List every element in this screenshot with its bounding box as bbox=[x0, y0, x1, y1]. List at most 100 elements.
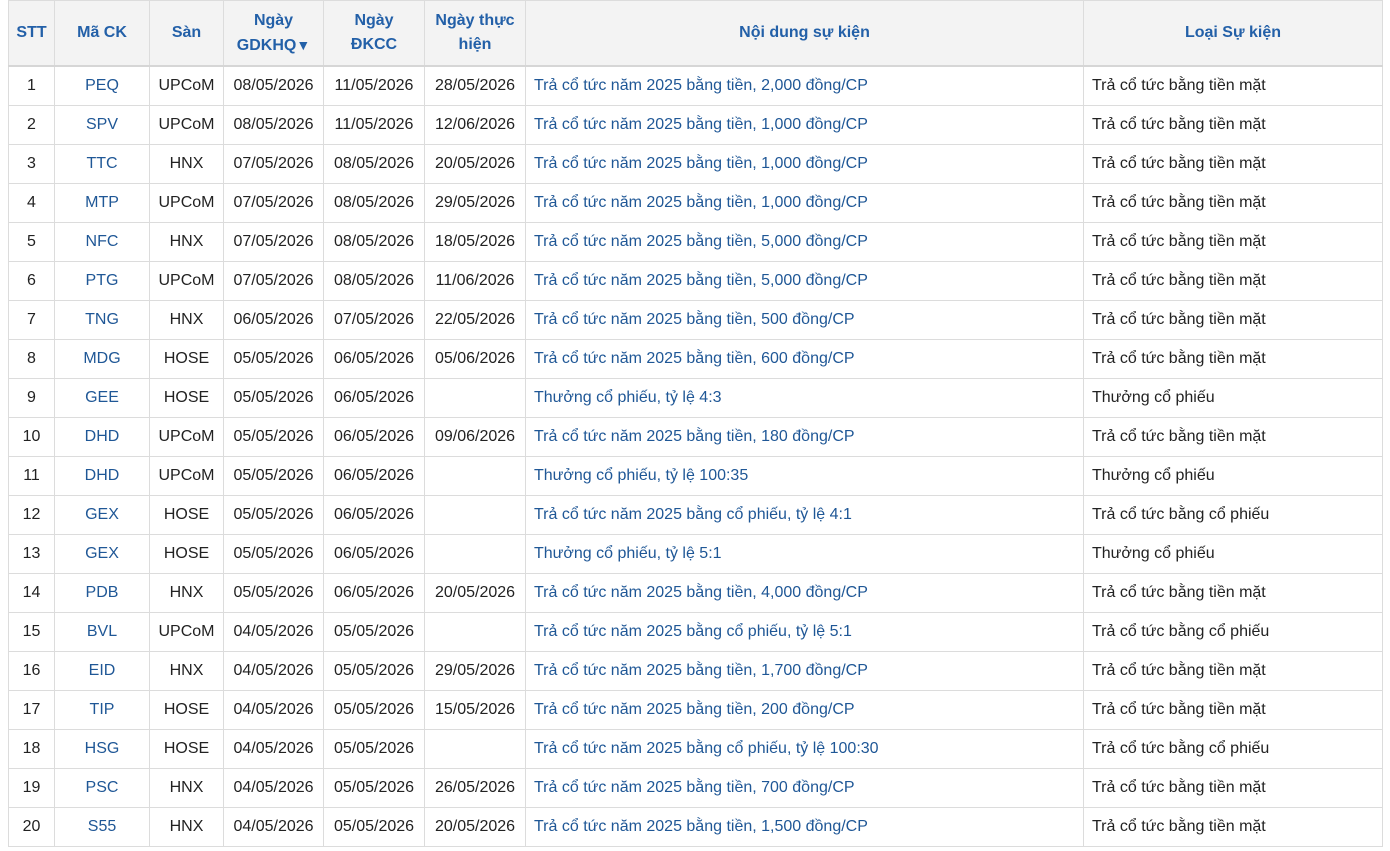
cell-ex-date: 07/05/2026 bbox=[223, 222, 324, 262]
event-content-link[interactable]: Trả cổ tức năm 2025 bằng tiền, 1,500 đồn… bbox=[525, 807, 1084, 847]
event-content-link[interactable]: Trả cổ tức năm 2025 bằng tiền, 700 đồng/… bbox=[525, 768, 1084, 808]
header-ex-date-line1: Ngày bbox=[253, 11, 294, 29]
event-content-link[interactable]: Trả cổ tức năm 2025 bằng cổ phiếu, tỷ lệ… bbox=[525, 729, 1084, 769]
stock-code-link[interactable]: MTP bbox=[54, 183, 150, 223]
header-exchange[interactable]: Sàn bbox=[149, 0, 224, 67]
stock-code-link[interactable]: MDG bbox=[54, 339, 150, 379]
stock-code-link[interactable]: GEX bbox=[54, 534, 150, 574]
cell-stt: 17 bbox=[8, 690, 55, 730]
stock-code-link[interactable]: NFC bbox=[54, 222, 150, 262]
cell-exchange: UPCoM bbox=[149, 183, 224, 223]
cell-record-date: 06/05/2026 bbox=[323, 456, 425, 496]
stock-code-link[interactable]: GEE bbox=[54, 378, 150, 418]
cell-exchange: HNX bbox=[149, 222, 224, 262]
event-content-link[interactable]: Thưởng cổ phiếu, tỷ lệ 5:1 bbox=[525, 534, 1084, 574]
cell-event-type: Trả cổ tức bằng tiền mặt bbox=[1083, 222, 1383, 262]
cell-exec-date: 20/05/2026 bbox=[424, 807, 526, 847]
header-ex-date-line2: GDKHQ bbox=[236, 36, 297, 54]
cell-record-date: 05/05/2026 bbox=[323, 612, 425, 652]
cell-event-type: Trả cổ tức bằng tiền mặt bbox=[1083, 105, 1383, 145]
cell-event-type: Trả cổ tức bằng tiền mặt bbox=[1083, 300, 1383, 340]
cell-exec-date bbox=[424, 612, 526, 652]
event-content-link[interactable]: Trả cổ tức năm 2025 bằng tiền, 5,000 đồn… bbox=[525, 222, 1084, 262]
event-content-link[interactable]: Trả cổ tức năm 2025 bằng tiền, 5,000 đồn… bbox=[525, 261, 1084, 301]
event-content-link[interactable]: Trả cổ tức năm 2025 bằng tiền, 1,000 đồn… bbox=[525, 144, 1084, 184]
cell-exec-date: 12/06/2026 bbox=[424, 105, 526, 145]
stock-code-link[interactable]: PTG bbox=[54, 261, 150, 301]
event-content-link[interactable]: Trả cổ tức năm 2025 bằng tiền, 1,700 đồn… bbox=[525, 651, 1084, 691]
cell-exchange: HNX bbox=[149, 573, 224, 613]
stock-code-link[interactable]: PSC bbox=[54, 768, 150, 808]
cell-record-date: 06/05/2026 bbox=[323, 495, 425, 535]
stock-code-link[interactable]: PEQ bbox=[54, 65, 150, 106]
cell-ex-date: 05/05/2026 bbox=[223, 495, 324, 535]
header-event-content[interactable]: Nội dung sự kiện bbox=[525, 0, 1084, 67]
cell-event-type: Trả cổ tức bằng tiền mặt bbox=[1083, 183, 1383, 223]
event-content-link[interactable]: Trả cổ tức năm 2025 bằng tiền, 4,000 đồn… bbox=[525, 573, 1084, 613]
stock-code-link[interactable]: TIP bbox=[54, 690, 150, 730]
table-row: 2 SPV UPCoM 08/05/2026 11/05/2026 12/06/2026 T… bbox=[8, 105, 1383, 145]
header-exec-date[interactable]: Ngày thực hiện bbox=[424, 0, 526, 67]
table-row: 3 TTC HNX 07/05/2026 08/05/2026 20/05/2026 Trả… bbox=[8, 144, 1383, 184]
stock-code-link[interactable]: TNG bbox=[54, 300, 150, 340]
cell-event-type: Trả cổ tức bằng tiền mặt bbox=[1083, 339, 1383, 379]
stock-code-link[interactable]: SPV bbox=[54, 105, 150, 145]
cell-stt: 13 bbox=[8, 534, 55, 574]
cell-exec-date: 20/05/2026 bbox=[424, 144, 526, 184]
cell-record-date: 06/05/2026 bbox=[323, 534, 425, 574]
cell-ex-date: 06/05/2026 bbox=[223, 300, 324, 340]
stock-code-link[interactable]: S55 bbox=[54, 807, 150, 847]
event-content-link[interactable]: Trả cổ tức năm 2025 bằng cổ phiếu, tỷ lệ… bbox=[525, 495, 1084, 535]
cell-stt: 6 bbox=[8, 261, 55, 301]
stock-code-link[interactable]: TTC bbox=[54, 144, 150, 184]
stock-code-link[interactable]: BVL bbox=[54, 612, 150, 652]
cell-stt: 9 bbox=[8, 378, 55, 418]
stock-code-link[interactable]: HSG bbox=[54, 729, 150, 769]
event-content-link[interactable]: Trả cổ tức năm 2025 bằng tiền, 600 đồng/… bbox=[525, 339, 1084, 379]
cell-ex-date: 07/05/2026 bbox=[223, 261, 324, 301]
event-content-link[interactable]: Trả cổ tức năm 2025 bằng tiền, 500 đồng/… bbox=[525, 300, 1084, 340]
table-row: 14 PDB HNX 05/05/2026 06/05/2026 20/05/2026 Tr… bbox=[8, 573, 1383, 613]
cell-event-type: Trả cổ tức bằng cổ phiếu bbox=[1083, 495, 1383, 535]
cell-exec-date bbox=[424, 456, 526, 496]
stock-code-link[interactable]: EID bbox=[54, 651, 150, 691]
cell-exchange: HOSE bbox=[149, 378, 224, 418]
event-content-link[interactable]: Trả cổ tức năm 2025 bằng tiền, 180 đồng/… bbox=[525, 417, 1084, 457]
cell-exchange: HOSE bbox=[149, 729, 224, 769]
header-stt: STT bbox=[8, 0, 55, 67]
cell-ex-date: 05/05/2026 bbox=[223, 417, 324, 457]
table-body: 1 PEQ UPCoM 08/05/2026 11/05/2026 28/05/2026 T… bbox=[8, 65, 1383, 847]
cell-ex-date: 05/05/2026 bbox=[223, 378, 324, 418]
cell-stt: 16 bbox=[8, 651, 55, 691]
sort-desc-icon[interactable]: ▼ bbox=[296, 37, 310, 53]
stock-code-link[interactable]: DHD bbox=[54, 417, 150, 457]
event-content-link[interactable]: Trả cổ tức năm 2025 bằng tiền, 1,000 đồn… bbox=[525, 105, 1084, 145]
table-row: 4 MTP UPCoM 07/05/2026 08/05/2026 29/05/2026 T… bbox=[8, 183, 1383, 223]
cell-exec-date: 05/06/2026 bbox=[424, 339, 526, 379]
table-row: 7 TNG HNX 06/05/2026 07/05/2026 22/05/2026 Trả… bbox=[8, 300, 1383, 340]
event-content-link[interactable]: Thưởng cổ phiếu, tỷ lệ 4:3 bbox=[525, 378, 1084, 418]
event-content-link[interactable]: Trả cổ tức năm 2025 bằng tiền, 1,000 đồn… bbox=[525, 183, 1084, 223]
cell-record-date: 05/05/2026 bbox=[323, 690, 425, 730]
header-event-type[interactable]: Loại Sự kiện bbox=[1083, 0, 1383, 67]
cell-exchange: UPCoM bbox=[149, 105, 224, 145]
event-content-link[interactable]: Thưởng cổ phiếu, tỷ lệ 100:35 bbox=[525, 456, 1084, 496]
table-row: 12 GEX HOSE 05/05/2026 06/05/2026 Trả cổ tức … bbox=[8, 495, 1383, 535]
stock-code-link[interactable]: GEX bbox=[54, 495, 150, 535]
event-content-link[interactable]: Trả cổ tức năm 2025 bằng tiền, 200 đồng/… bbox=[525, 690, 1084, 730]
stock-code-link[interactable]: DHD bbox=[54, 456, 150, 496]
cell-stt: 1 bbox=[8, 65, 55, 106]
events-table-container: STT Mã CK Sàn Ngày GDKHQ▼ Ngày ĐKCC Ngày… bbox=[8, 0, 1383, 847]
header-ex-date[interactable]: Ngày GDKHQ▼ bbox=[223, 0, 324, 67]
table-row: 16 EID HNX 04/05/2026 05/05/2026 29/05/2026 Tr… bbox=[8, 651, 1383, 691]
table-row: 6 PTG UPCoM 07/05/2026 08/05/2026 11/06/2026 T… bbox=[8, 261, 1383, 301]
cell-exec-date: 11/06/2026 bbox=[424, 261, 526, 301]
cell-exchange: HNX bbox=[149, 144, 224, 184]
cell-event-type: Trả cổ tức bằng tiền mặt bbox=[1083, 573, 1383, 613]
cell-exec-date: 22/05/2026 bbox=[424, 300, 526, 340]
stock-code-link[interactable]: PDB bbox=[54, 573, 150, 613]
event-content-link[interactable]: Trả cổ tức năm 2025 bằng cổ phiếu, tỷ lệ… bbox=[525, 612, 1084, 652]
header-stock-code[interactable]: Mã CK bbox=[54, 0, 150, 67]
event-content-link[interactable]: Trả cổ tức năm 2025 bằng tiền, 2,000 đồn… bbox=[525, 65, 1084, 106]
header-record-date[interactable]: Ngày ĐKCC bbox=[323, 0, 425, 67]
